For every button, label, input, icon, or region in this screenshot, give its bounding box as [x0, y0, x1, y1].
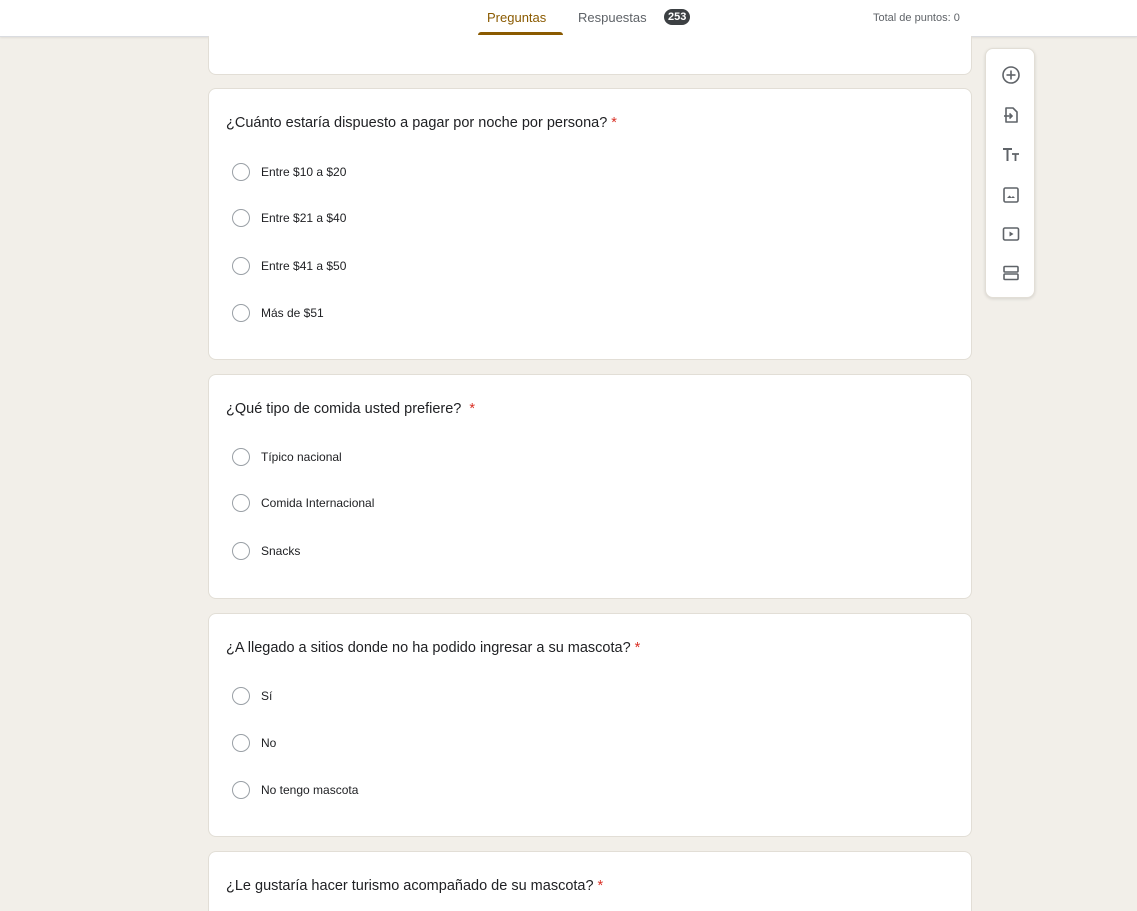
question-card: ¿Qué tipo de comida usted prefiere? * Típ…	[208, 374, 972, 599]
add-video-icon[interactable]	[999, 222, 1023, 246]
option-item[interactable]: Típico nacional	[232, 447, 342, 467]
radio-button[interactable]	[232, 304, 250, 322]
option-label: No tengo mascota	[261, 783, 359, 797]
option-item[interactable]: No tengo mascota	[232, 780, 358, 800]
import-questions-icon[interactable]	[999, 103, 1023, 127]
option-item[interactable]: No	[232, 733, 276, 753]
option-label: Más de $51	[261, 306, 324, 320]
radio-button[interactable]	[232, 734, 250, 752]
option-item[interactable]: Sí	[232, 686, 272, 706]
responses-count-badge: 253	[664, 9, 691, 25]
question-title: ¿Cuánto estaría dispuesto a pagar por no…	[226, 115, 617, 131]
option-label: Entre $41 a $50	[261, 259, 347, 273]
option-item[interactable]: Comida Internacional	[232, 493, 374, 513]
option-label: Entre $10 a $20	[261, 165, 347, 179]
question-title: ¿A llegado a sitios donde no ha podido i…	[226, 640, 641, 656]
radio-button[interactable]	[232, 448, 250, 466]
question-title: ¿Qué tipo de comida usted prefiere? *	[226, 401, 476, 417]
radio-button[interactable]	[232, 494, 250, 512]
option-label: Entre $21 a $40	[261, 211, 347, 225]
radio-button[interactable]	[232, 781, 250, 799]
radio-button[interactable]	[232, 687, 250, 705]
top-bar: Preguntas Respuestas 253 Total de puntos…	[0, 0, 1137, 37]
required-asterisk: *	[597, 878, 604, 894]
required-asterisk: *	[634, 640, 641, 656]
required-asterisk: *	[611, 115, 617, 131]
radio-button[interactable]	[232, 542, 250, 560]
tab-respuestas[interactable]: Respuestas	[578, 0, 647, 36]
question-card: ¿Le gustaría hacer turismo acompañado de…	[208, 851, 972, 911]
option-label: Sí	[261, 689, 273, 703]
add-title-icon[interactable]	[999, 143, 1023, 167]
option-label: No	[261, 736, 277, 750]
option-item[interactable]: Entre $21 a $40	[232, 208, 346, 228]
active-tab-indicator	[478, 32, 563, 35]
tab-preguntas[interactable]: Preguntas	[487, 0, 546, 36]
option-label: Típico nacional	[261, 450, 342, 464]
option-label: Snacks	[261, 544, 301, 558]
add-question-icon[interactable]	[999, 63, 1023, 87]
option-item[interactable]: Más de $51	[232, 303, 324, 323]
required-asterisk: *	[469, 401, 476, 417]
radio-button[interactable]	[232, 163, 250, 181]
option-label: Comida Internacional	[261, 496, 375, 510]
add-image-icon[interactable]	[999, 183, 1023, 207]
option-item[interactable]: Entre $41 a $50	[232, 256, 346, 276]
add-section-icon[interactable]	[999, 261, 1023, 285]
question-card: ¿Cuánto estaría dispuesto a pagar por no…	[208, 88, 972, 360]
option-item[interactable]: Entre $10 a $20	[232, 162, 346, 182]
option-item[interactable]: Snacks	[232, 541, 300, 561]
radio-button[interactable]	[232, 257, 250, 275]
total-points: Total de puntos: 0	[873, 12, 960, 24]
radio-button[interactable]	[232, 209, 250, 227]
question-title: ¿Le gustaría hacer turismo acompañado de…	[226, 878, 604, 894]
previous-question-card	[208, 36, 972, 75]
floating-toolbar	[985, 48, 1035, 298]
question-card: ¿A llegado a sitios donde no ha podido i…	[208, 613, 972, 837]
